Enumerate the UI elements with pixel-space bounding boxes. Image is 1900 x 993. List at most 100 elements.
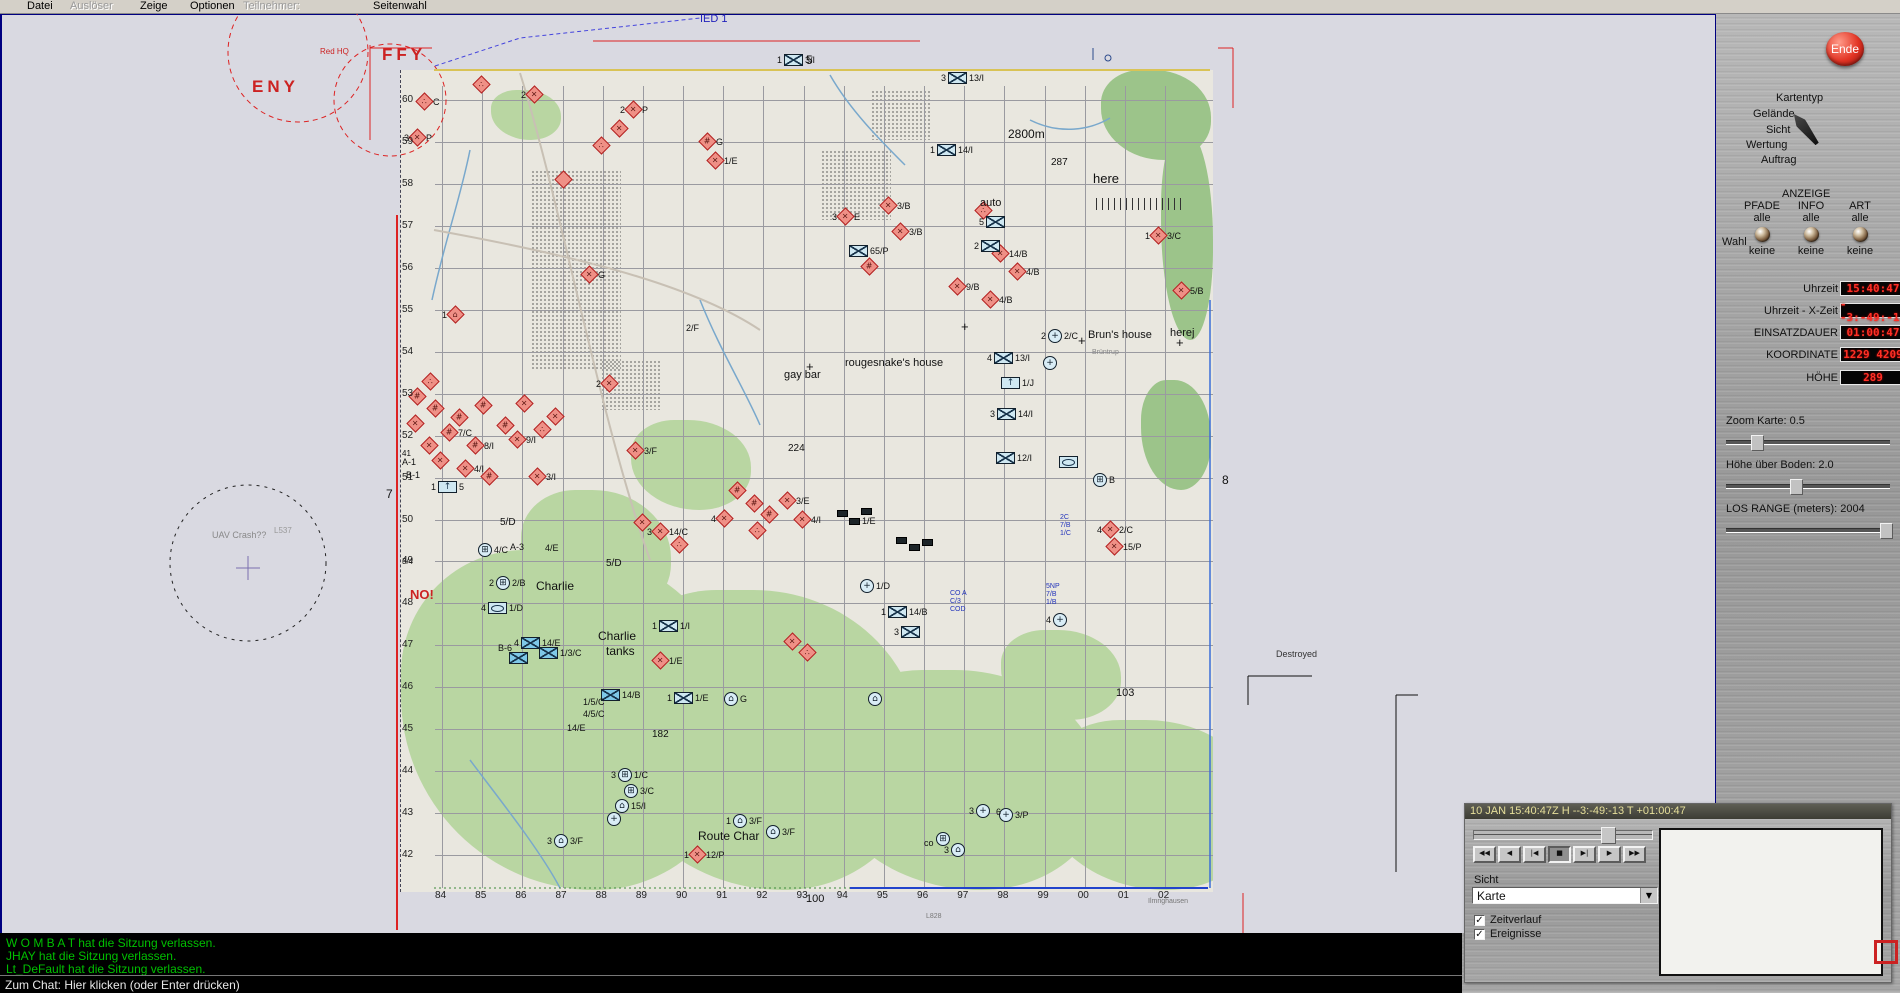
fast-forward-button[interactable]: ▶▶: [1623, 846, 1646, 863]
reverse-play-button[interactable]: ◀: [1498, 846, 1521, 863]
view-select[interactable]: Karte ▼: [1472, 887, 1658, 904]
readout-label: EINSATZDAUER: [1754, 327, 1838, 339]
grid-line-horizontal: [435, 771, 1213, 772]
ende-button[interactable]: Ende: [1826, 32, 1864, 66]
grid-line-horizontal: [435, 268, 1213, 269]
menu-item-datei[interactable]: Datei: [27, 0, 53, 12]
readout-label: Uhrzeit: [1803, 283, 1838, 295]
grid-line-vertical: [844, 86, 845, 888]
readout-value: 289: [1840, 370, 1900, 385]
menu-item-auslser: Auslöser: [70, 0, 113, 12]
checkbox-box[interactable]: ✓: [1474, 915, 1485, 926]
chat-log[interactable]: W O M B A T hat die Sitzung verlassen.JH…: [0, 933, 1462, 975]
stop-button[interactable]: ■: [1548, 846, 1571, 863]
slider-thumb[interactable]: [1790, 479, 1803, 495]
kartentyp-option-sicht[interactable]: Sicht: [1766, 124, 1790, 136]
knob-bottom-label: keine: [1836, 245, 1884, 257]
forest-patch: [631, 420, 751, 510]
slider-label: LOS RANGE (meters): 2004: [1726, 503, 1865, 515]
kartentyp-option-auftrag[interactable]: Auftrag: [1761, 154, 1796, 166]
slider-thumb[interactable]: [1751, 435, 1764, 451]
grid-line-horizontal: [435, 645, 1213, 646]
grid-line-horizontal: [435, 352, 1213, 353]
knob-top-label: alle: [1787, 212, 1835, 224]
knob-bottom-label: keine: [1738, 245, 1786, 257]
urban-area: [531, 170, 621, 370]
slider-track[interactable]: [1726, 528, 1890, 533]
rewind-button[interactable]: ◀◀: [1473, 846, 1496, 863]
grid-line-vertical: [884, 86, 885, 888]
timeline-slider[interactable]: [1473, 830, 1653, 840]
anzeige-knob-info: INFOallekeine: [1787, 200, 1835, 257]
grid-line-horizontal: [435, 729, 1213, 730]
rotary-knob[interactable]: [1804, 227, 1819, 242]
knob-name: PFADE: [1738, 200, 1786, 212]
step-back-button[interactable]: |◀: [1523, 846, 1546, 863]
replay-window: 10 JAN 15:40:47Z H --3:-49:-13 T +01:00:…: [1464, 803, 1892, 983]
checkbox-label: Ereignisse: [1490, 928, 1541, 940]
rotary-knob[interactable]: [1755, 227, 1770, 242]
knob-name: ART: [1836, 200, 1884, 212]
view-select-value: Karte: [1477, 889, 1506, 903]
checkbox-ereignisse[interactable]: ✓ Ereignisse: [1474, 928, 1541, 940]
readout-label: KOORDINATE: [1766, 349, 1838, 361]
grid-line-vertical: [603, 86, 604, 888]
checkbox-box[interactable]: ✓: [1474, 929, 1485, 940]
grid-line-vertical: [964, 86, 965, 888]
grid-line-vertical: [442, 86, 443, 888]
menu-bar: Datei Auslöser Zeige Optionen Teilnehmer: Sei…: [0, 0, 1900, 14]
checkbox-label: Zeitverlauf: [1490, 914, 1541, 926]
kartentyp-option-wertung[interactable]: Wertung: [1746, 139, 1787, 151]
replay-title-bar[interactable]: 10 JAN 15:40:47Z H --3:-49:-13 T +01:00:…: [1465, 804, 1891, 819]
checkbox-zeitverlauf[interactable]: ✓ Zeitverlauf: [1474, 914, 1541, 926]
rotary-knob[interactable]: [1853, 227, 1868, 242]
play-button[interactable]: ▶: [1598, 846, 1621, 863]
status-bar[interactable]: Zum Chat: Hier klicken (oder Enter drück…: [0, 975, 1462, 993]
readout-value: 01:00:47: [1840, 325, 1900, 340]
anzeige-knob-art: ARTallekeine: [1836, 200, 1884, 257]
kartentyp-option-gelände[interactable]: Gelände: [1753, 108, 1795, 120]
urban-area: [821, 150, 891, 220]
anzeige-title: ANZEIGE: [1782, 188, 1830, 200]
timeline-slider-thumb[interactable]: [1601, 827, 1616, 844]
readout-row: Uhrzeit - X-Zeit--3:-49:-13: [1716, 303, 1900, 319]
menu-item-teilnehmer: Teilnehmer:: [243, 0, 300, 12]
topo-map[interactable]: [400, 70, 1213, 892]
grid-line-vertical: [643, 86, 644, 888]
chevron-down-icon[interactable]: ▼: [1640, 888, 1657, 903]
urban-area: [601, 360, 661, 410]
readout-row: Uhrzeit15:40:47: [1716, 281, 1900, 297]
menu-item-seitenwahl[interactable]: Seitenwahl: [373, 0, 427, 12]
grid-line-horizontal: [435, 813, 1213, 814]
chat-message: W O M B A T hat die Sitzung verlassen.: [6, 936, 216, 950]
step-forward-button[interactable]: ▶|: [1573, 846, 1596, 863]
grid-line-horizontal: [435, 184, 1213, 185]
readout-value: 15:40:47: [1840, 281, 1900, 296]
chat-message: Lt_DeFault hat die Sitzung verlassen.: [6, 962, 205, 975]
forest-patch: [1041, 720, 1213, 890]
anzeige-knob-pfade: PFADEallekeine: [1738, 200, 1786, 257]
chat-message: JHAY hat die Sitzung verlassen.: [6, 949, 176, 963]
chat-prompt[interactable]: Zum Chat: Hier klicken (oder Enter drück…: [5, 978, 240, 992]
menu-item-optionen[interactable]: Optionen: [190, 0, 235, 12]
forest-patch: [1161, 130, 1213, 340]
sicht-label: Sicht: [1474, 874, 1498, 886]
grid-line-vertical: [1004, 86, 1005, 888]
kartentyp-knob-pointer[interactable]: [1789, 111, 1821, 148]
slider-thumb[interactable]: [1880, 523, 1893, 539]
events-listbox[interactable]: [1659, 828, 1883, 976]
grid-line-vertical: [522, 86, 523, 888]
grid-line-horizontal: [435, 520, 1213, 521]
grid-line-vertical: [1045, 86, 1046, 888]
grid-line-horizontal: [435, 478, 1213, 479]
slider-track[interactable]: [1726, 440, 1890, 445]
menu-item-zeige[interactable]: Zeige: [140, 0, 168, 12]
readout-label: Uhrzeit - X-Zeit: [1764, 305, 1838, 317]
slider-track[interactable]: [1726, 484, 1890, 489]
readout-value: 1229 4209: [1840, 347, 1900, 362]
grid-line-vertical: [683, 86, 684, 888]
grid-line-vertical: [482, 86, 483, 888]
grid-line-vertical: [804, 86, 805, 888]
kartentyp-title: Kartentyp: [1776, 92, 1823, 104]
red-corner-marker: [1874, 940, 1898, 964]
